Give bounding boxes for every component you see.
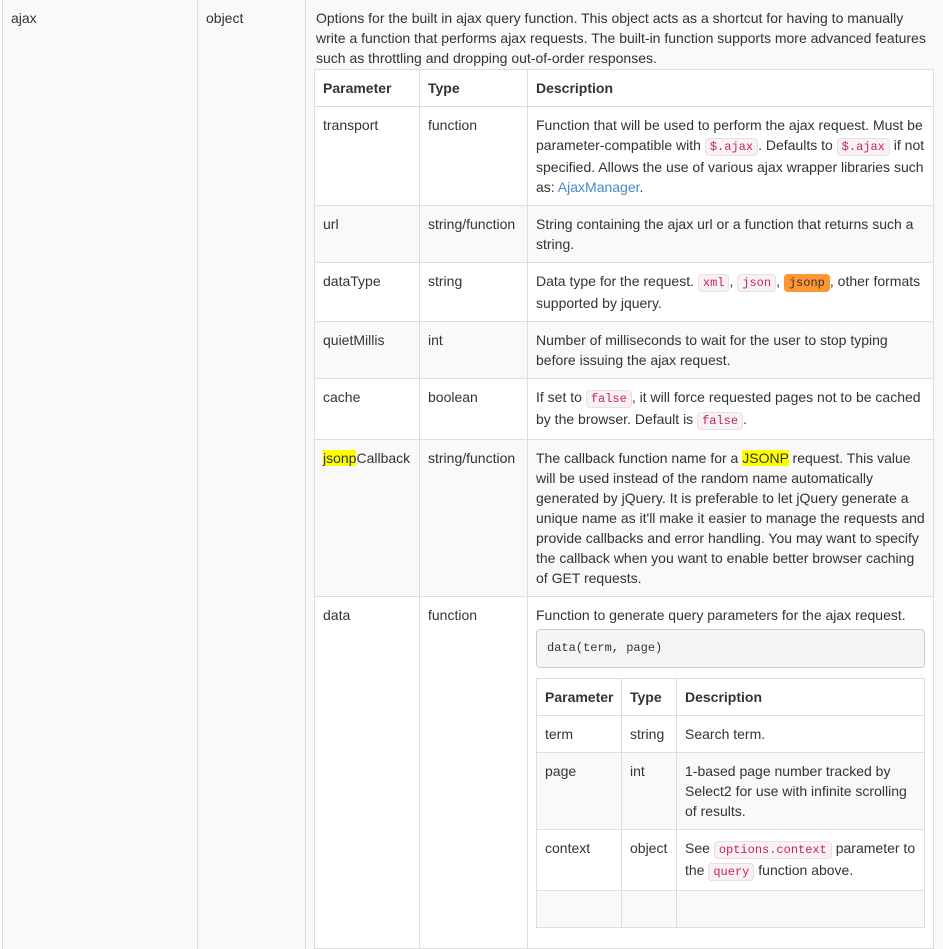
option-name: ajax <box>11 10 37 26</box>
header-type: Type <box>622 679 677 716</box>
param-name: page <box>537 753 622 830</box>
param-type: function <box>420 107 528 206</box>
data-param-row-term: term string Search term. <box>537 716 925 753</box>
code-xml: xml <box>698 274 730 292</box>
data-param-row-context: context object See options.context param… <box>537 830 925 891</box>
header-description: Description <box>528 70 934 107</box>
param-type: boolean <box>420 379 528 440</box>
search-highlight: jsonp <box>323 450 356 466</box>
param-row-quietmillis: quietMillis int Number of milliseconds t… <box>315 322 934 379</box>
param-row-datatype: dataType string Data type for the reques… <box>315 263 934 322</box>
param-type: int <box>622 753 677 830</box>
param-description: Number of milliseconds to wait for the u… <box>528 322 934 379</box>
param-type: string <box>622 716 677 753</box>
param-description: Data type for the request. xml, json, js… <box>528 263 934 322</box>
option-type-cell: object <box>198 0 306 949</box>
param-name: jsonpCallback <box>315 440 420 597</box>
param-description: 1-based page number tracked by Select2 f… <box>677 753 925 830</box>
header-type: Type <box>420 70 528 107</box>
param-description: Function to generate query parameters fo… <box>528 597 934 949</box>
data-param-row-page: page int 1-based page number tracked by … <box>537 753 925 830</box>
param-type: object <box>622 830 677 891</box>
param-type: string/function <box>420 206 528 263</box>
ajax-params-header: Parameter Type Description <box>315 70 934 107</box>
param-name: context <box>537 830 622 891</box>
code-ajax: $.ajax <box>705 138 758 156</box>
header-description: Description <box>677 679 925 716</box>
options-table: ajax object Options for the built in aja… <box>2 0 943 949</box>
param-name: quietMillis <box>315 322 420 379</box>
param-type: string <box>420 263 528 322</box>
option-type: object <box>206 10 243 26</box>
param-row-transport: transport function Function that will be… <box>315 107 934 206</box>
param-type: int <box>420 322 528 379</box>
option-description: Options for the built in ajax query func… <box>316 8 936 68</box>
code-query: query <box>708 863 754 881</box>
option-name-cell: ajax <box>3 0 198 949</box>
option-description-cell: Options for the built in ajax query func… <box>306 0 943 949</box>
code-jsonp-highlighted: jsonp <box>784 274 830 292</box>
code-sample: data(term, page) <box>536 629 925 668</box>
param-description: Search term. <box>677 716 925 753</box>
param-row-data: data function Function to generate query… <box>315 597 934 949</box>
data-params-table: Parameter Type Description term <box>536 678 925 928</box>
param-name: url <box>315 206 420 263</box>
code-options-context: options.context <box>714 841 832 859</box>
param-description: If set to false, it will force requested… <box>528 379 934 440</box>
param-type: function <box>420 597 528 949</box>
data-params-header: Parameter Type Description <box>537 679 925 716</box>
param-description: See options.context parameter to the que… <box>677 830 925 891</box>
code-false: false <box>697 412 743 430</box>
param-row-jsonpcallback: jsonpCallback string/function The callba… <box>315 440 934 597</box>
param-name: term <box>537 716 622 753</box>
option-row-ajax: ajax object Options for the built in aja… <box>3 0 943 949</box>
ajax-params-table: Parameter Type Description transport fun… <box>314 69 934 949</box>
param-description: String containing the ajax url or a func… <box>528 206 934 263</box>
data-param-row-partial <box>537 891 925 928</box>
param-name: dataType <box>315 263 420 322</box>
header-parameter: Parameter <box>537 679 622 716</box>
param-name: transport <box>315 107 420 206</box>
code-false: false <box>586 390 632 408</box>
header-parameter: Parameter <box>315 70 420 107</box>
param-row-url: url string/function String containing th… <box>315 206 934 263</box>
search-highlight: JSONP <box>742 450 788 466</box>
param-description: The callback function name for a JSONP r… <box>528 440 934 597</box>
code-json: json <box>737 274 776 292</box>
data-description: Function to generate query parameters fo… <box>536 605 925 625</box>
param-description: Function that will be used to perform th… <box>528 107 934 206</box>
ajaxmanager-link[interactable]: AjaxManager <box>558 179 640 195</box>
code-ajax: $.ajax <box>837 138 890 156</box>
param-name: cache <box>315 379 420 440</box>
param-name: data <box>315 597 420 949</box>
param-type: string/function <box>420 440 528 597</box>
param-row-cache: cache boolean If set to false, it will f… <box>315 379 934 440</box>
